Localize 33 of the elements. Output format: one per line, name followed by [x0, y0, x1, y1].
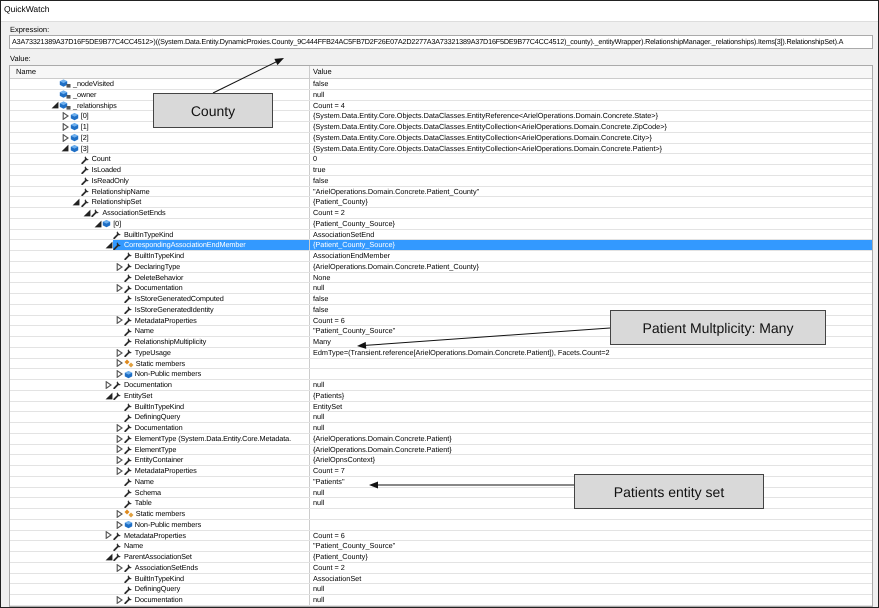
- expand-triangle-icon[interactable]: [116, 359, 123, 368]
- collapse-triangle-icon[interactable]: [104, 552, 112, 561]
- expand-triangle-icon[interactable]: [116, 424, 123, 432]
- expand-triangle-icon[interactable]: [116, 316, 123, 324]
- callout-box: County: [153, 93, 273, 128]
- collapse-triangle-icon[interactable]: [50, 101, 58, 110]
- expand-triangle-icon[interactable]: [116, 456, 123, 464]
- collapse-triangle-icon[interactable]: [82, 208, 91, 217]
- collapse-triangle-icon[interactable]: [72, 198, 80, 206]
- expand-triangle-icon[interactable]: [116, 348, 123, 357]
- expand-triangle-icon[interactable]: [116, 434, 123, 443]
- expand-triangle-icon[interactable]: [62, 134, 69, 142]
- callout-box: Patient Multplicity: Many: [610, 310, 826, 345]
- collapse-triangle-icon[interactable]: [104, 392, 112, 400]
- collapse-triangle-icon[interactable]: [61, 144, 70, 152]
- expand-triangle-icon[interactable]: [116, 262, 123, 271]
- window-title: QuickWatch: [1, 1, 878, 22]
- expand-triangle-icon[interactable]: [116, 520, 123, 529]
- expand-triangle-icon[interactable]: [116, 466, 123, 475]
- collapse-triangle-icon[interactable]: [104, 241, 112, 250]
- expand-triangle-icon[interactable]: [116, 510, 123, 518]
- expand-triangle-icon[interactable]: [116, 596, 123, 604]
- expand-triangle-icon[interactable]: [116, 370, 123, 378]
- expand-triangle-icon[interactable]: [116, 564, 123, 572]
- collapse-triangle-icon[interactable]: [94, 220, 102, 228]
- arrow: [212, 58, 284, 94]
- expand-triangle-icon[interactable]: [105, 380, 112, 389]
- callout-box: Patients entity set: [574, 474, 764, 509]
- expand-triangle-icon[interactable]: [62, 122, 69, 131]
- expand-triangle-icon[interactable]: [116, 445, 123, 454]
- expand-triangle-icon[interactable]: [105, 531, 112, 540]
- expand-triangle-icon[interactable]: [116, 284, 123, 292]
- expand-triangle-icon[interactable]: [62, 112, 69, 120]
